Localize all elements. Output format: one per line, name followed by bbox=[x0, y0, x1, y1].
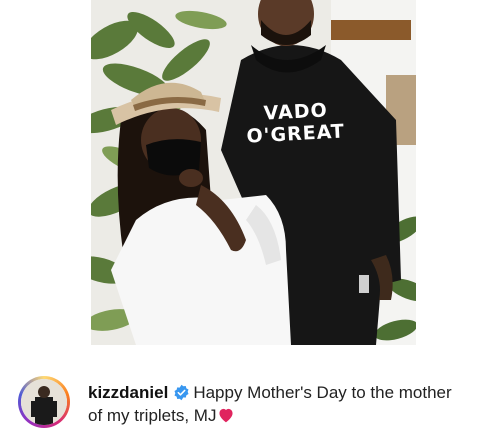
profile-avatar[interactable] bbox=[18, 376, 70, 428]
verified-badge-icon bbox=[173, 384, 190, 406]
caption-text: kizzdaniel Happy Mother's Day to the moth… bbox=[88, 383, 494, 428]
caption-line2: of my triplets, MJ bbox=[88, 406, 217, 425]
avatar-image bbox=[21, 379, 67, 425]
avatar-person-icon bbox=[21, 379, 67, 425]
post-photo[interactable]: VADO O'GREAT bbox=[91, 0, 416, 345]
red-heart-icon bbox=[217, 407, 235, 428]
username-link[interactable]: kizzdaniel bbox=[88, 383, 168, 402]
caption-row: kizzdaniel Happy Mother's Day to the moth… bbox=[0, 355, 498, 428]
caption-line1: Happy Mother's Day to the mother bbox=[193, 383, 452, 402]
photo-illustration: VADO O'GREAT bbox=[91, 0, 416, 345]
